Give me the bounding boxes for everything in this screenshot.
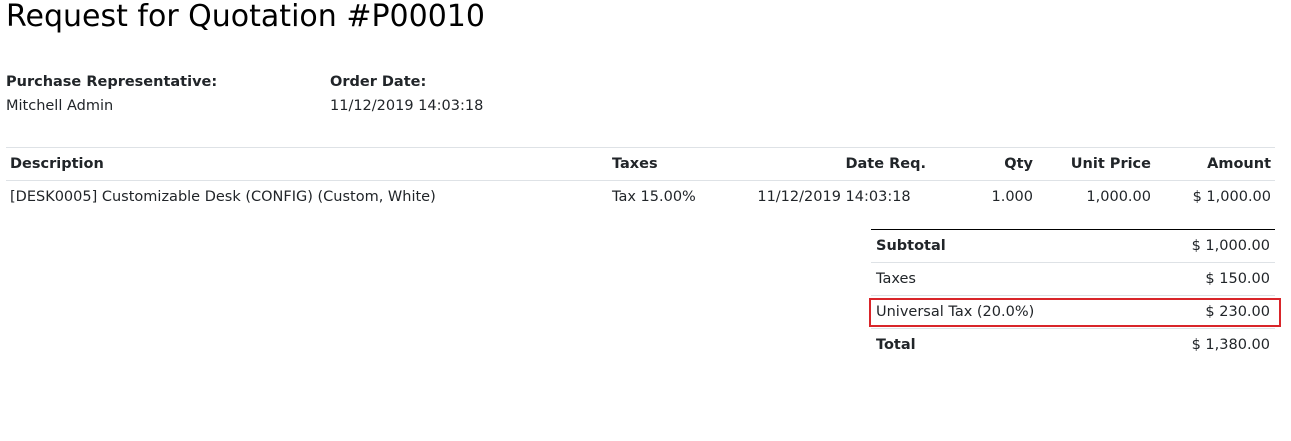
order-date-info: Order Date: 11/12/2019 14:03:18: [330, 70, 483, 118]
header-date-req: Date Req.: [738, 147, 930, 181]
total-row: Total $ 1,380.00: [871, 328, 1275, 361]
header-unit-price: Unit Price: [1037, 147, 1155, 181]
total-value: $ 1,380.00: [1135, 328, 1275, 361]
line-date-req: 11/12/2019 14:03:18: [757, 189, 911, 205]
subtotal-row: Subtotal $ 1,000.00: [871, 229, 1275, 263]
taxes-row: Taxes $ 150.00: [871, 262, 1275, 296]
header-qty: Qty: [930, 147, 1037, 181]
header-description: Description: [6, 147, 608, 181]
line-description: [DESK0005] Customizable Desk (CONFIG) (C…: [10, 189, 436, 205]
representative-value: Mitchell Admin: [6, 98, 114, 114]
universal-tax-row: Universal Tax (20.0%) $ 230.00: [871, 295, 1275, 329]
totals-table: Subtotal $ 1,000.00 Taxes $ 150.00 Unive…: [871, 229, 1275, 361]
table-row: [DESK0005] Customizable Desk (CONFIG) (C…: [6, 181, 1275, 214]
line-qty: 1.000: [991, 189, 1033, 205]
line-taxes: Tax 15.00%: [612, 189, 696, 205]
subtotal-value: $ 1,000.00: [1135, 229, 1275, 263]
order-date-value: 11/12/2019 14:03:18: [330, 98, 484, 114]
subtotal-label: Subtotal: [871, 229, 1136, 263]
total-label: Total: [871, 328, 1136, 361]
line-amount: $ 1,000.00: [1192, 189, 1271, 205]
line-unit-price: 1,000.00: [1086, 189, 1151, 205]
header-amount: Amount: [1155, 147, 1275, 181]
representative-info: Purchase Representative: Mitchell Admin: [6, 70, 217, 118]
order-lines-header: Description Taxes Date Req. Qty Unit Pri…: [6, 147, 1275, 181]
order-date-label: Order Date:: [330, 74, 427, 90]
page-title: Request for Quotation #P00010: [6, 0, 485, 34]
taxes-label: Taxes: [871, 262, 1136, 296]
universal-tax-label: Universal Tax (20.0%): [871, 295, 1136, 329]
universal-tax-value: $ 230.00: [1135, 295, 1275, 329]
header-taxes: Taxes: [608, 147, 738, 181]
taxes-value: $ 150.00: [1135, 262, 1275, 296]
order-lines-table: Description Taxes Date Req. Qty Unit Pri…: [6, 147, 1275, 213]
representative-label: Purchase Representative:: [6, 74, 218, 90]
